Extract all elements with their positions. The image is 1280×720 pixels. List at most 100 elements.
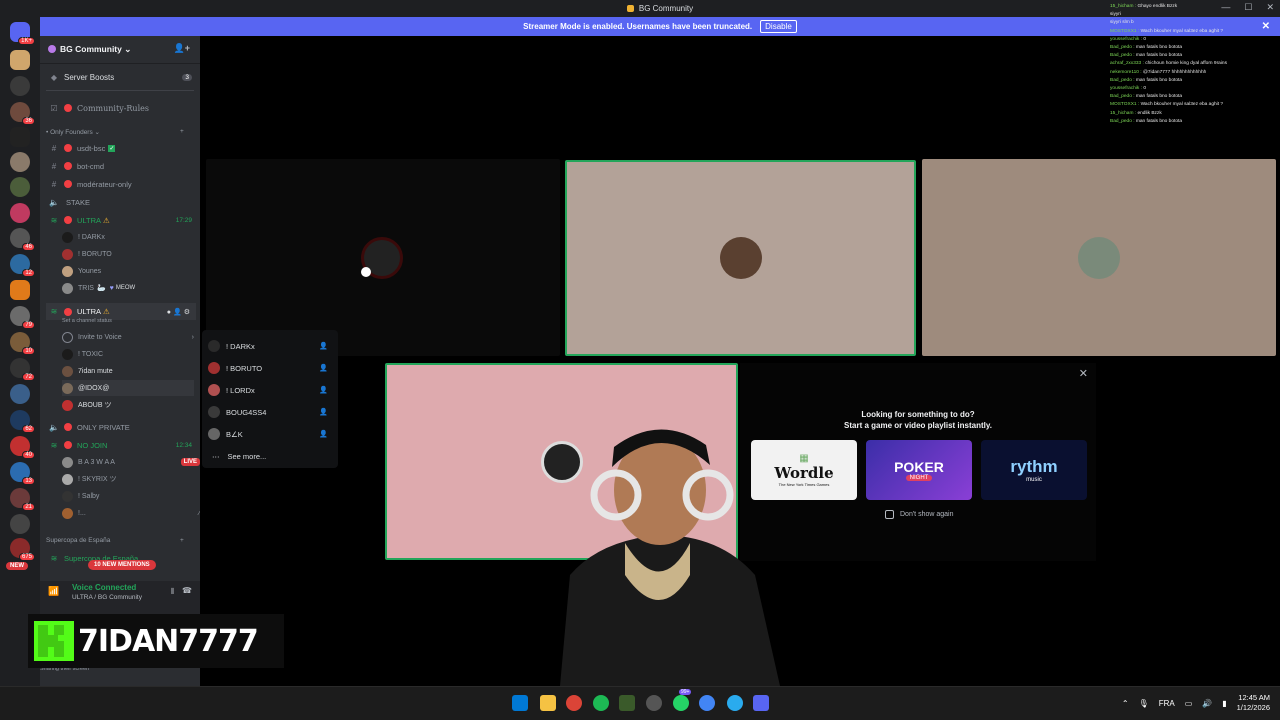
server-icon[interactable]: 21 xyxy=(10,488,35,511)
rythm-card[interactable]: rythm music xyxy=(981,440,1087,500)
language-indicator[interactable]: FRA xyxy=(1159,699,1175,708)
category-only-founders[interactable]: • Only Founders ⌄ + xyxy=(46,128,184,136)
voice-user[interactable]: ! SKYRIX ツ xyxy=(62,471,192,487)
voice-user[interactable]: ! TOXIC xyxy=(62,346,192,362)
invite-icon[interactable]: 👤 xyxy=(173,309,184,316)
server-icon[interactable]: 675 xyxy=(10,538,35,561)
voice-user[interactable]: ! BORUTO xyxy=(62,246,192,262)
voice-user[interactable]: !...⁄ xyxy=(62,505,200,521)
noise-icon[interactable]: ⫴ xyxy=(171,587,174,597)
user-profile-icon[interactable]: 👤 xyxy=(319,430,328,438)
server-icon[interactable] xyxy=(10,76,30,96)
avatar xyxy=(62,282,73,294)
channel-ultra[interactable]: ≋ ULTRA ⚠ 17:29 xyxy=(40,212,200,228)
discord-home-icon[interactable]: 1K+ xyxy=(10,22,35,45)
add-channel-icon[interactable]: + xyxy=(180,537,184,544)
network-icon[interactable]: ▭ xyxy=(1185,699,1193,708)
server-boosts[interactable]: ◆ Server Boosts 3 xyxy=(40,69,200,85)
disconnect-icon[interactable]: ☎ xyxy=(182,586,192,595)
server-icon[interactable]: 10 xyxy=(10,332,35,355)
see-more[interactable]: ⋯ See more... xyxy=(208,446,332,466)
voice-user[interactable]: 7idan mute xyxy=(62,363,192,379)
add-user-icon[interactable]: 👤+ xyxy=(174,43,190,54)
channel-bot-cmd[interactable]: # bot-cmd xyxy=(40,158,200,174)
user-profile-icon[interactable]: 👤 xyxy=(319,408,328,416)
channel-only-private[interactable]: 🔈 ONLY PRIVATE xyxy=(40,419,200,435)
app-icon[interactable] xyxy=(619,695,635,711)
voice-user[interactable]: TRIS 🦢 ♥ MEOW xyxy=(62,280,192,296)
chat-user: Bad_pedo : xyxy=(1110,77,1136,83)
server-badge: 21 xyxy=(22,503,35,511)
avatar xyxy=(62,456,73,468)
participant-tile[interactable] xyxy=(922,159,1276,356)
server-icon[interactable] xyxy=(10,50,30,70)
windows-start-icon[interactable] xyxy=(512,695,528,711)
chat-text: chichoun homie king dyal afforn 9rains xyxy=(1145,61,1227,67)
telegram-icon[interactable] xyxy=(727,695,743,711)
voice-user[interactable]: Younes xyxy=(62,263,192,279)
menu-user[interactable]: ! BORUTO 👤 xyxy=(208,358,332,378)
participant-tile[interactable] xyxy=(565,160,916,356)
server-icon[interactable] xyxy=(10,177,30,197)
discord-logo-icon xyxy=(626,5,634,12)
channel-no-join[interactable]: ≋ NO JOIN 12:34 xyxy=(40,437,200,453)
menu-user[interactable]: BOUG4SS4 👤 xyxy=(208,402,332,422)
spotify-icon[interactable] xyxy=(593,695,609,711)
server-icon[interactable] xyxy=(10,280,30,300)
channel-community-rules[interactable]: ☑ Community-Rules xyxy=(40,100,200,116)
chrome-icon[interactable] xyxy=(699,695,715,711)
divider xyxy=(46,90,194,91)
server-icon[interactable]: 46 xyxy=(10,228,35,251)
settings-icon[interactable]: ⚙ xyxy=(184,309,192,316)
clock[interactable]: 12:45 AM 1/12/2026 xyxy=(1237,693,1270,713)
server-icon[interactable] xyxy=(10,203,30,223)
server-icon[interactable]: 13 xyxy=(10,462,35,485)
server-icon[interactable]: 12 xyxy=(10,254,35,277)
voice-user[interactable]: B A 3 W A A LIVE xyxy=(62,454,200,470)
channel-stake[interactable]: 🔈 STAKE xyxy=(40,194,200,210)
battery-icon[interactable]: ▮ xyxy=(1222,699,1226,708)
app-icon[interactable] xyxy=(646,695,662,711)
server-icon[interactable]: 40 xyxy=(10,436,35,459)
menu-user[interactable]: B∠K 👤 xyxy=(208,424,332,444)
category-supercopa[interactable]: Supercopa de España + xyxy=(46,537,184,544)
user-profile-icon[interactable]: 👤 xyxy=(319,386,328,394)
menu-user[interactable]: ! LORDx 👤 xyxy=(208,380,332,400)
checkbox[interactable] xyxy=(885,510,894,519)
server-icon[interactable] xyxy=(10,127,30,147)
server-icon[interactable]: 36 xyxy=(10,102,35,125)
voice-user[interactable]: ! Salby xyxy=(62,488,192,504)
disable-button[interactable]: Disable xyxy=(760,20,797,33)
server-icon[interactable] xyxy=(10,384,30,404)
voice-user[interactable]: @IDOX@ xyxy=(62,380,194,396)
server-icon[interactable]: 79 xyxy=(10,306,35,329)
participant-tile[interactable] xyxy=(206,159,560,356)
server-header[interactable]: BG Community ⌄ 👤+ xyxy=(40,36,200,64)
close-icon[interactable]: ✕ xyxy=(1079,367,1088,380)
whatsapp-icon[interactable]: 99+ xyxy=(673,689,692,711)
server-icon[interactable] xyxy=(10,152,30,172)
volume-icon[interactable]: 🔊 xyxy=(1202,699,1212,708)
discord-icon[interactable] xyxy=(753,695,769,711)
channel-usdt[interactable]: # usdt-bsc ✓ xyxy=(40,140,200,156)
clock-time: 12:45 AM xyxy=(1238,693,1270,702)
new-mentions-badge[interactable]: 10 NEW MENTIONS xyxy=(88,560,156,570)
poker-card[interactable]: POKER NIGHT xyxy=(866,440,972,500)
chrome-icon[interactable] xyxy=(566,695,582,711)
add-channel-icon[interactable]: + xyxy=(180,128,184,135)
voice-user[interactable]: ! DARKx xyxy=(62,229,192,245)
invite-to-voice[interactable]: Invite to Voice › xyxy=(62,329,194,345)
chevron-up-icon[interactable]: ⌃ xyxy=(1122,699,1129,708)
dont-show-again[interactable]: Don't show again xyxy=(885,510,953,519)
user-profile-icon[interactable]: 👤 xyxy=(319,342,328,350)
server-icon[interactable]: 62 xyxy=(10,410,35,433)
mic-icon[interactable]: 🎙 xyxy=(1139,699,1149,708)
channel-moderateur[interactable]: # modérateur-only xyxy=(40,176,200,192)
user-profile-icon[interactable]: 👤 xyxy=(319,364,328,372)
channel-status[interactable]: Set a channel status xyxy=(62,318,112,324)
server-icon[interactable]: 72 xyxy=(10,358,35,381)
file-explorer-icon[interactable] xyxy=(540,695,556,711)
menu-user[interactable]: ! DARKx 👤 xyxy=(208,336,332,356)
server-icon[interactable] xyxy=(10,514,30,534)
voice-user[interactable]: ABOUB ツ xyxy=(62,397,192,413)
